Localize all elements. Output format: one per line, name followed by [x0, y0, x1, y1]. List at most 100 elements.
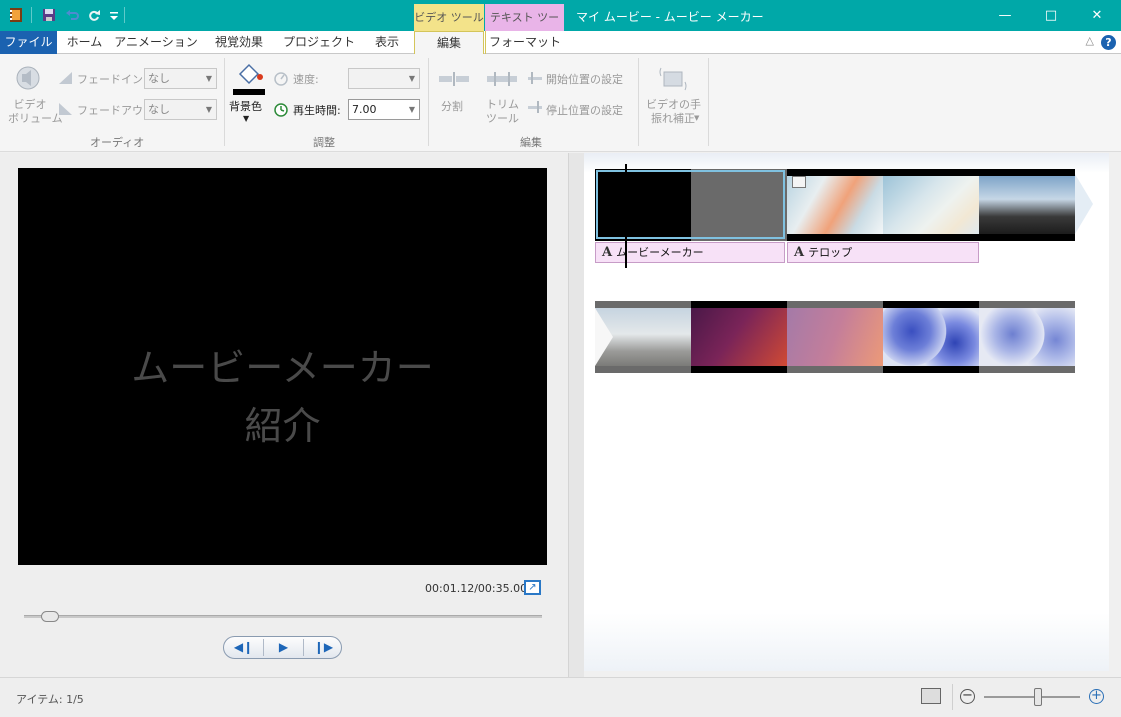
duration-dropdown[interactable]: 7.00 ▼ [348, 99, 420, 120]
chevron-down-icon[interactable]: ▼ [694, 114, 699, 122]
status-divider [952, 684, 953, 710]
clip-band [595, 301, 691, 308]
playhead[interactable] [625, 164, 627, 268]
clip-frost-1[interactable] [787, 169, 883, 241]
title-bar: ビデオ ツール テキスト ツール マイ ムービー - ムービー メーカー — □… [0, 0, 1121, 51]
thumbnail-size-icon[interactable] [921, 688, 941, 704]
split-icon [439, 72, 469, 86]
context-tab-video-tools: ビデオ ツール [414, 4, 484, 31]
video-volume-button[interactable]: ビデオ ボリューム [8, 98, 63, 126]
moviemaker-app-icon[interactable] [9, 8, 23, 22]
zoom-slider-track[interactable] [984, 696, 1080, 698]
tab-view[interactable]: 表示 [360, 31, 414, 54]
tab-edit[interactable]: 編集 [414, 31, 484, 55]
video-stabilization-button[interactable]: ビデオの手 振れ補正 [646, 98, 701, 126]
customize-icon[interactable] [107, 8, 121, 22]
playback-controls: ◀❙ ▶ ❙▶ [223, 636, 342, 659]
fade-in-icon [59, 72, 72, 84]
clip-blue-flowers-2[interactable] [979, 301, 1075, 373]
clip-thumbnail [883, 308, 979, 366]
context-tab-text-tools: テキスト ツール [485, 4, 564, 51]
clip-frost-2[interactable] [883, 169, 979, 241]
zoom-out-icon[interactable]: − [960, 689, 975, 704]
group-separator [428, 58, 429, 146]
caption-bar[interactable]: A ムービーメーカー [595, 242, 785, 263]
speed-icon [274, 72, 288, 86]
clip-gradient-purple[interactable] [691, 301, 787, 373]
next-frame-button[interactable]: ❙▶ [304, 637, 343, 658]
preview-text-line1: ムービーメーカー [131, 346, 434, 390]
window-title: マイ ムービー - ムービー メーカー [576, 10, 764, 24]
fade-out-value: なし [148, 103, 170, 116]
collapse-ribbon-icon[interactable]: △ [1086, 34, 1094, 47]
video-stabilization-icon [659, 67, 687, 91]
ribbon: ビデオ ボリューム フェードイン: なし ▼ フェードアウト: なし ▼ オーディオ… [0, 54, 1121, 152]
clip-blue-flowers-1[interactable] [883, 301, 979, 373]
chevron-down-icon[interactable]: ▼ [243, 114, 249, 123]
background-color-swatch [233, 89, 265, 95]
clip-forest-mist-2[interactable] [595, 301, 691, 373]
set-end-button[interactable]: 停止位置の設定 [546, 102, 623, 118]
tab-format[interactable]: フォーマット [485, 31, 564, 54]
tab-visual-effects[interactable]: 視覚効果 [200, 31, 278, 54]
set-start-icon [528, 72, 542, 84]
caption-text: ムービーメーカー [616, 246, 704, 259]
chevron-down-icon: ▼ [205, 74, 212, 83]
tab-file[interactable]: ファイル [0, 31, 57, 54]
minimize-button[interactable]: — [982, 0, 1028, 31]
caption-text: テロップ [808, 246, 853, 259]
storyboard-continue-arrow [595, 308, 613, 366]
play-button[interactable]: ▶ [264, 637, 303, 658]
fade-in-label: フェードイン: [77, 73, 147, 86]
clip-gradient-pink[interactable] [787, 301, 883, 373]
background-color-button[interactable]: 背景色 [229, 98, 262, 114]
fullscreen-preview-icon[interactable]: ↗ [524, 580, 541, 595]
clip-band [787, 301, 883, 308]
preview-title-text: ムービーメーカー 紹介 [18, 339, 547, 455]
tab-home[interactable]: ホーム [57, 31, 112, 54]
seek-bar[interactable] [24, 615, 542, 618]
trim-tool-button[interactable]: トリム ツール [486, 98, 519, 126]
fade-in-dropdown[interactable]: なし ▼ [144, 68, 217, 89]
tab-animation[interactable]: アニメーション [112, 31, 200, 54]
pane-splitter[interactable] [568, 153, 584, 677]
speed-label: 速度: [293, 73, 319, 86]
group-separator [224, 58, 225, 146]
save-icon[interactable] [42, 8, 56, 22]
set-start-button[interactable]: 開始位置の設定 [546, 71, 623, 87]
maximize-icon: □ [1044, 8, 1058, 23]
caption-bar[interactable]: A テロップ [787, 242, 979, 263]
trim-tool-icon [487, 72, 517, 86]
clip-thumbnail [883, 176, 979, 234]
undo-icon[interactable] [65, 8, 79, 22]
seek-thumb[interactable] [40, 611, 59, 622]
minimize-icon: — [998, 8, 1012, 23]
clip-forest-mist[interactable] [979, 169, 1075, 241]
group-label-audio: オーディオ [90, 136, 145, 149]
maximize-button[interactable]: □ [1028, 0, 1074, 31]
transition-icon [792, 176, 806, 188]
clip-band [979, 301, 1075, 308]
redo-icon[interactable] [87, 8, 101, 22]
group-label-edit: 編集 [520, 136, 542, 149]
video-volume-icon [16, 66, 40, 90]
help-icon[interactable]: ? [1101, 35, 1116, 50]
status-bar: アイテム: 1/5 − + [0, 677, 1121, 717]
video-preview[interactable]: ムービーメーカー 紹介 [18, 168, 547, 565]
zoom-slider-thumb[interactable] [1033, 688, 1042, 706]
speed-dropdown[interactable]: ▼ [348, 68, 420, 89]
clip-band [691, 366, 787, 373]
clip-thumbnail [979, 176, 1075, 234]
zoom-in-icon[interactable]: + [1089, 689, 1104, 704]
tab-project[interactable]: プロジェクト [278, 31, 360, 54]
ribbon-tab-row: ファイル ホーム アニメーション 視覚効果 プロジェクト 表示 編集 フォーマッ… [0, 31, 1121, 55]
duration-value: 7.00 [352, 103, 377, 116]
fade-out-dropdown[interactable]: なし ▼ [144, 99, 217, 120]
previous-frame-button[interactable]: ◀❙ [224, 637, 263, 658]
fade-out-icon [59, 103, 72, 115]
split-button[interactable]: 分割 [441, 98, 463, 114]
background-color-icon [238, 63, 263, 85]
clip-band [883, 366, 979, 373]
play-icon: ▶ [278, 640, 289, 654]
close-button[interactable]: ✕ [1074, 0, 1120, 31]
